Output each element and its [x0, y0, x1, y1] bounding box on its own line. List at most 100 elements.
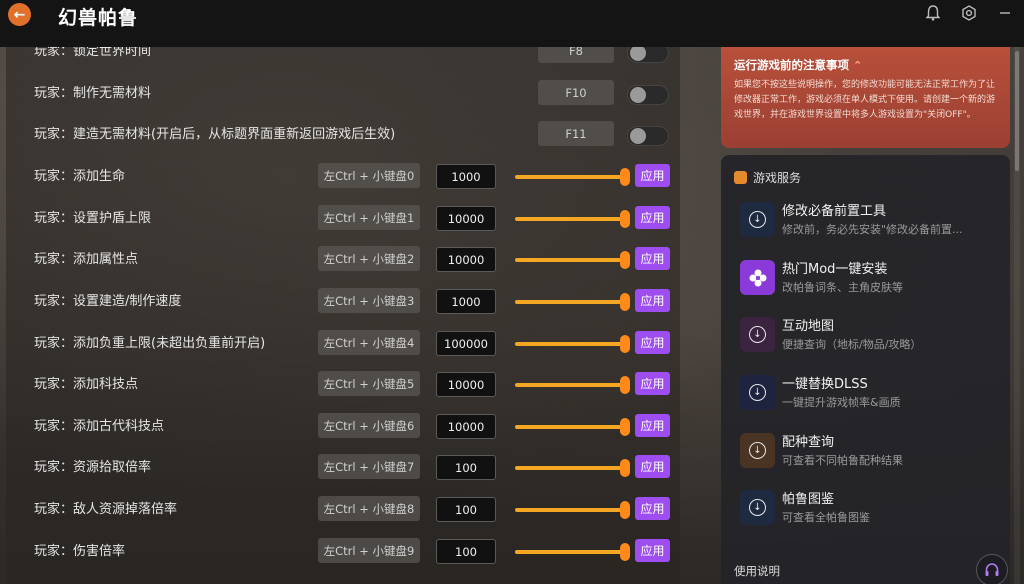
value-slider-track[interactable]	[515, 508, 625, 512]
apply-button[interactable]: 应用	[635, 331, 670, 354]
value-input[interactable]	[436, 331, 496, 356]
notice-text: 如果您不按这些说明操作，您的修改功能可能无法正常工作为了让修改器正常工作，游戏必…	[734, 80, 996, 120]
value-slider-track[interactable]	[515, 342, 625, 346]
service-item[interactable]: ↓ 互动地图 便捷查询（地标/物品/攻略）	[740, 315, 1000, 355]
cheat-row: 玩家：设置建造/制作速度 左Ctrl + 小键盘3 应用	[6, 280, 680, 321]
minimize-icon[interactable]	[996, 4, 1014, 22]
cheat-label: 玩家：设置建造/制作速度	[34, 294, 182, 309]
apply-button[interactable]: 应用	[635, 414, 670, 437]
service-item[interactable]: ↓ 帕鲁图鉴 可查看全帕鲁图鉴	[740, 488, 1000, 528]
hotkey-button[interactable]: 左Ctrl + 小键盘4	[318, 330, 420, 355]
service-item[interactable]: ↓ 一键替换DLSS 一键提升游戏帧率&画质	[740, 373, 1000, 413]
download-icon: ↓	[740, 375, 775, 410]
cheat-row: 玩家：敌人资源掉落倍率 左Ctrl + 小键盘8 应用	[6, 488, 680, 529]
toggle-switch[interactable]	[627, 126, 669, 146]
value-slider-track[interactable]	[515, 466, 625, 470]
value-slider-handle[interactable]	[620, 168, 630, 186]
download-icon: ↓	[740, 317, 775, 352]
value-slider-track[interactable]	[515, 217, 625, 221]
title-bar: ← 幻兽帕鲁	[0, 0, 1024, 47]
hotkey-button[interactable]: 左Ctrl + 小键盘2	[318, 246, 420, 271]
sidebar-scrollbar[interactable]	[1014, 47, 1020, 584]
value-input[interactable]	[436, 164, 496, 189]
value-slider-track[interactable]	[515, 175, 625, 179]
usage-panel[interactable]: 使用说明	[721, 546, 1010, 584]
headset-icon[interactable]	[976, 554, 1008, 584]
cheat-label: 玩家：添加属性点	[34, 252, 139, 267]
value-input[interactable]	[436, 539, 496, 564]
service-item[interactable]: ↓ 配种查询 可查看不同帕鲁配种结果	[740, 431, 1000, 471]
value-slider-handle[interactable]	[620, 376, 630, 394]
services-header-label: 游戏服务	[753, 171, 802, 185]
cheat-row: 玩家：添加属性点 左Ctrl + 小键盘2 应用	[6, 238, 680, 279]
apply-button[interactable]: 应用	[635, 372, 670, 395]
value-slider-track[interactable]	[515, 300, 625, 304]
hotkey-button[interactable]: 左Ctrl + 小键盘0	[318, 163, 420, 188]
value-input[interactable]	[436, 497, 496, 522]
cheat-label: 玩家：制作无需材料	[34, 86, 152, 101]
download-icon: ↓	[740, 490, 775, 525]
cheat-row: 玩家：制作无需材料 F10	[6, 72, 680, 113]
apply-button[interactable]: 应用	[635, 206, 670, 229]
value-slider-handle[interactable]	[620, 251, 630, 269]
notice-header[interactable]: 运行游戏前的注意事项 ⌃	[734, 57, 997, 73]
service-subtitle: 改帕鲁词条、主角皮肤等	[782, 281, 903, 294]
value-slider-handle[interactable]	[620, 543, 630, 561]
value-slider-track[interactable]	[515, 258, 625, 262]
value-slider-handle[interactable]	[620, 293, 630, 311]
cheat-label: 玩家：建造无需材料(开启后，从标题界面重新返回游戏后生效)	[34, 127, 396, 142]
hotkey-button[interactable]: 左Ctrl + 小键盘6	[318, 413, 420, 438]
hotkey-button[interactable]: 左Ctrl + 小键盘3	[318, 288, 420, 313]
hotkey-button[interactable]: F8	[538, 47, 614, 63]
service-title: 热门Mod一键安装	[782, 262, 888, 277]
value-slider-track[interactable]	[515, 550, 625, 554]
apply-button[interactable]: 应用	[635, 289, 670, 312]
service-item[interactable]: 热门Mod一键安装改帕鲁词条、主角皮肤等	[740, 258, 1000, 298]
cheat-label: 玩家：资源拾取倍率	[34, 460, 152, 475]
value-slider-handle[interactable]	[620, 418, 630, 436]
value-slider-handle[interactable]	[620, 501, 630, 519]
notice-panel: 运行游戏前的注意事项 ⌃ 如果您不按这些说明操作，您的修改功能可能无法正常工作为…	[721, 47, 1010, 148]
apply-button[interactable]: 应用	[635, 455, 670, 478]
cheat-row: 玩家：添加生命 左Ctrl + 小键盘0 应用	[6, 155, 680, 196]
value-slider-handle[interactable]	[620, 459, 630, 477]
service-title: 互动地图	[782, 319, 835, 334]
service-subtitle: 可查看全帕鲁图鉴	[782, 511, 870, 524]
hotkey-button[interactable]: 左Ctrl + 小键盘8	[318, 496, 420, 521]
value-slider-handle[interactable]	[620, 210, 630, 228]
apply-button[interactable]: 应用	[635, 539, 670, 562]
toggle-switch[interactable]	[627, 85, 669, 105]
apply-button[interactable]: 应用	[635, 497, 670, 520]
scrollbar-thumb[interactable]	[1015, 51, 1019, 171]
hotkey-button[interactable]: F10	[538, 80, 614, 105]
app-title: 幻兽帕鲁	[58, 7, 139, 29]
chevron-up-icon[interactable]: ⌃	[853, 59, 862, 72]
notification-icon[interactable]	[924, 4, 942, 22]
value-slider-track[interactable]	[515, 383, 625, 387]
toggle-knob	[630, 128, 646, 144]
settings-icon[interactable]	[960, 4, 978, 22]
hotkey-button[interactable]: 左Ctrl + 小键盘5	[318, 371, 420, 396]
download-icon: ↓	[740, 202, 775, 237]
hotkey-button[interactable]: 左Ctrl + 小键盘7	[318, 454, 420, 479]
value-input[interactable]	[436, 289, 496, 314]
back-arrow-icon[interactable]: ←	[8, 3, 31, 26]
value-slider-track[interactable]	[515, 425, 625, 429]
hotkey-button[interactable]: 左Ctrl + 小键盘1	[318, 205, 420, 230]
value-input[interactable]	[436, 372, 496, 397]
apply-button[interactable]: 应用	[635, 247, 670, 270]
service-subtitle: 可查看不同帕鲁配种结果	[782, 454, 903, 467]
right-sidebar: 运行游戏前的注意事项 ⌃ 如果您不按这些说明操作，您的修改功能可能无法正常工作为…	[721, 47, 1011, 584]
service-title: 修改必备前置工具	[782, 204, 887, 219]
toggle-switch[interactable]	[627, 47, 669, 63]
value-input[interactable]	[436, 247, 496, 272]
hotkey-button[interactable]: F11	[538, 121, 614, 146]
value-input[interactable]	[436, 206, 496, 231]
usage-label: 使用说明	[734, 564, 780, 578]
service-item[interactable]: ↓ 修改必备前置工具 修改前，务必先安装"修改必备前置...	[740, 200, 1000, 240]
value-input[interactable]	[436, 414, 496, 439]
value-input[interactable]	[436, 455, 496, 480]
apply-button[interactable]: 应用	[635, 164, 670, 187]
hotkey-button[interactable]: 左Ctrl + 小键盘9	[318, 538, 420, 563]
value-slider-handle[interactable]	[620, 335, 630, 353]
